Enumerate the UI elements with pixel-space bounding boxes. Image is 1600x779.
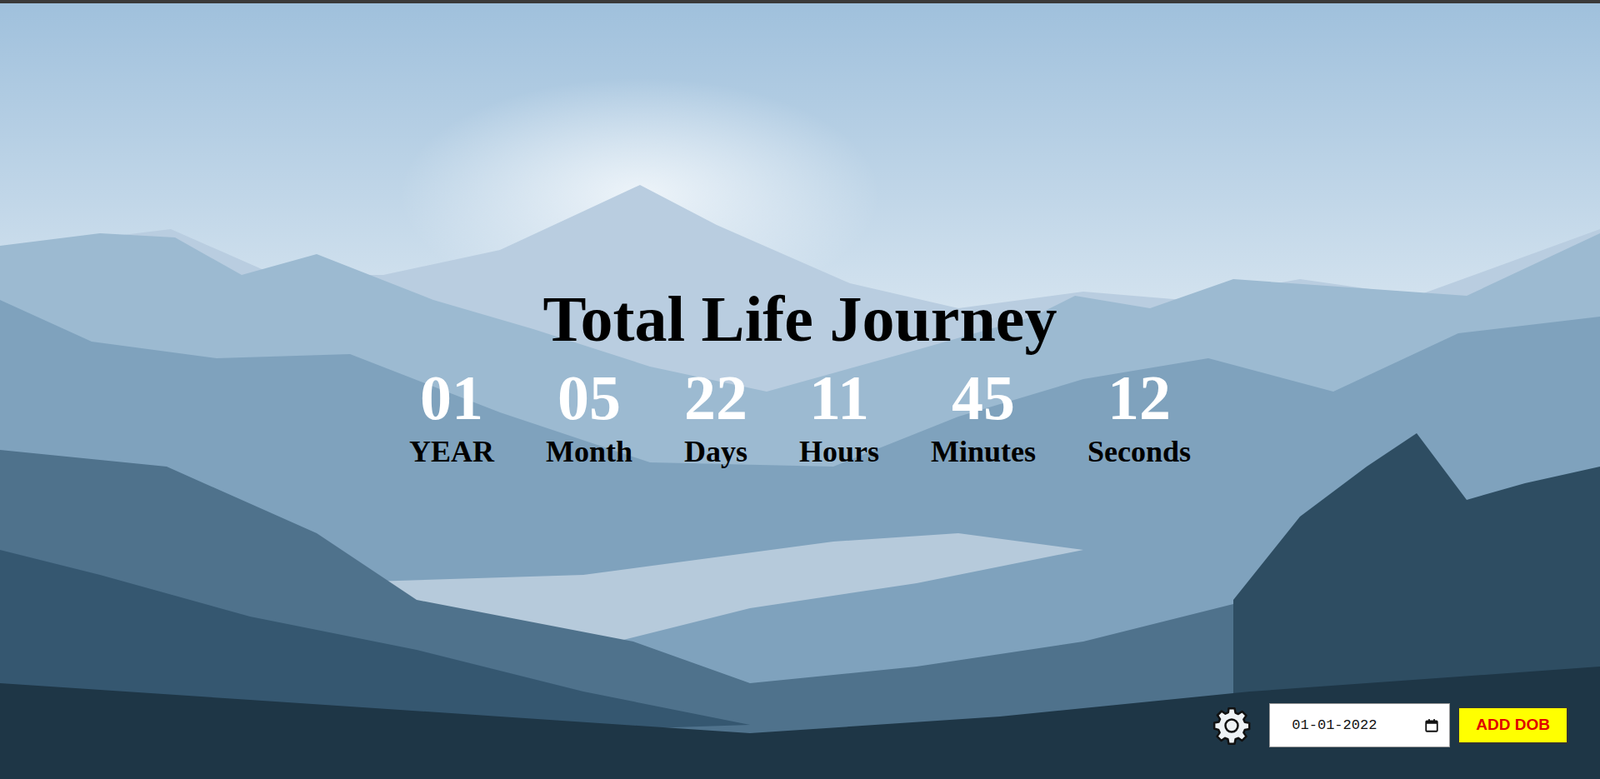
counter: 22 Days xyxy=(684,365,748,470)
counter-value: 22 xyxy=(684,365,748,430)
dob-controls: ADD DOB xyxy=(0,703,1600,779)
landscape-background xyxy=(0,0,1600,779)
counter-row: 01 YEAR 05 Month 22 Days 11 Hours 45 Minutes 12 Sec… xyxy=(409,365,1191,470)
counter-label: Month xyxy=(545,434,633,470)
page-title: Total Life Journey xyxy=(543,283,1058,355)
counter-label: Minutes xyxy=(930,434,1036,470)
counter-label: Days xyxy=(684,434,748,470)
calendar-icon[interactable] xyxy=(1424,718,1440,734)
counter-label: YEAR xyxy=(409,434,495,470)
counter-value: 05 xyxy=(557,365,621,430)
counter-value: 11 xyxy=(809,365,870,430)
counter-value: 12 xyxy=(1107,365,1171,430)
counter: 12 Seconds xyxy=(1087,365,1191,470)
counter: 05 Month xyxy=(545,365,633,470)
gear-icon[interactable] xyxy=(1210,705,1253,747)
add-dob-button[interactable]: ADD DOB xyxy=(1458,707,1569,745)
dob-field[interactable] xyxy=(1269,703,1450,748)
counter-label: Hours xyxy=(799,434,880,470)
life-journey-app: Total Life Journey 01 YEAR 05 Month 22 Days 11 H… xyxy=(0,0,1600,779)
counter: 01 YEAR xyxy=(409,365,495,470)
counter: 11 Hours xyxy=(799,365,880,470)
counter-value: 45 xyxy=(951,365,1015,430)
top-bar xyxy=(0,0,1600,4)
main-panel: Total Life Journey 01 YEAR 05 Month 22 Days 11 H… xyxy=(0,0,1600,704)
counter-value: 01 xyxy=(420,365,484,430)
counter-label: Seconds xyxy=(1087,434,1191,470)
dob-input[interactable] xyxy=(1291,717,1425,734)
counter: 45 Minutes xyxy=(930,365,1036,470)
